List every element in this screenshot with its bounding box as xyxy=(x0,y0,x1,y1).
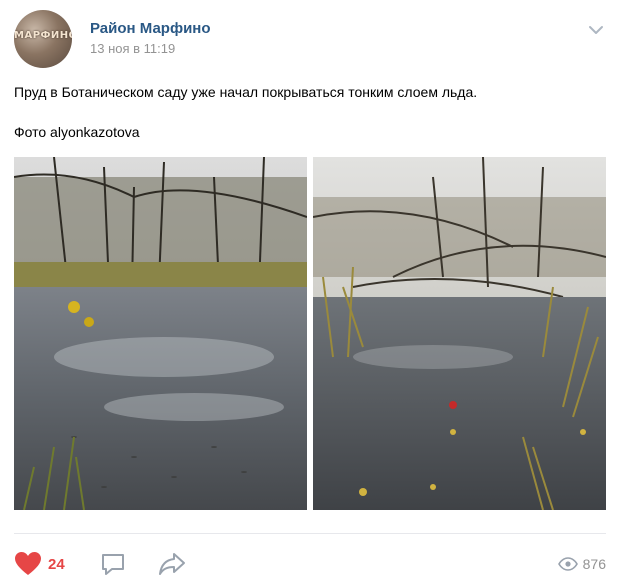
like-count: 24 xyxy=(48,555,65,573)
views: 876 xyxy=(557,549,606,579)
chevron-down-icon[interactable] xyxy=(586,20,606,40)
actions-divider xyxy=(14,533,606,534)
comment-icon[interactable] xyxy=(100,551,126,577)
views-count: 876 xyxy=(582,556,606,572)
post-card: МАРФИНО Район Марфино 13 ноя в 11:19 Пру… xyxy=(0,0,620,588)
like-button[interactable]: 24 xyxy=(14,549,65,579)
avatar-logo-text: МАРФИНО xyxy=(14,30,72,41)
photo-1[interactable] xyxy=(14,157,307,510)
photo-2[interactable] xyxy=(313,157,606,510)
post-actions: 24 876 xyxy=(14,549,606,579)
eye-icon xyxy=(557,557,578,571)
photo-grid xyxy=(14,157,606,510)
author-name[interactable]: Район Марфино xyxy=(90,20,211,37)
post-text: Пруд в Ботаническом саду уже начал покры… xyxy=(14,84,478,140)
post-header: МАРФИНО Район Марфино 13 ноя в 11:19 xyxy=(14,10,606,68)
post-date[interactable]: 13 ноя в 11:19 xyxy=(90,41,175,56)
share-icon[interactable] xyxy=(158,551,186,577)
heart-icon xyxy=(15,552,41,575)
avatar[interactable]: МАРФИНО xyxy=(14,10,72,68)
